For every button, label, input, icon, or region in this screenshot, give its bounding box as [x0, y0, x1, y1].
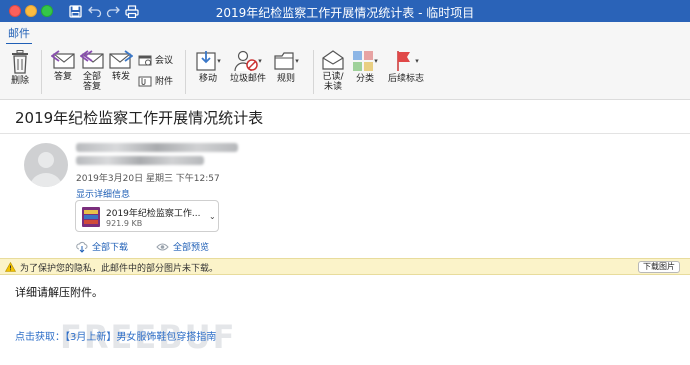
- tab-mail[interactable]: 邮件: [6, 25, 32, 45]
- promo-link[interactable]: 点击获取：【3月上新】男女服饰鞋包穿搭指南: [15, 328, 216, 343]
- ribbon-separator: [313, 50, 314, 94]
- calendar-icon: [138, 55, 152, 65]
- attachment-card[interactable]: 2019年纪检监察工作... 921.9 KB ⌄: [75, 200, 219, 232]
- ribbon-separator: [41, 50, 42, 94]
- chevron-down-icon: ▾: [258, 57, 262, 65]
- attachment-size: 921.9 KB: [106, 219, 143, 228]
- download-all-button[interactable]: 全部下载: [76, 240, 128, 253]
- attachment-button[interactable]: 附件: [138, 74, 173, 87]
- categorize-button[interactable]: ▾ 分类: [350, 50, 380, 84]
- reply-all-button[interactable]: 全部 答复: [79, 50, 105, 92]
- eye-icon: [156, 243, 169, 250]
- divider: [0, 133, 690, 134]
- forward-button[interactable]: 转发: [108, 50, 134, 82]
- move-button[interactable]: ▾ 移动: [193, 50, 223, 84]
- ribbon-separator: [185, 50, 186, 94]
- privacy-notice-bar: 为了保护您的隐私，此邮件中的部分图片未下载。 下载图片: [0, 258, 690, 275]
- junk-mail-icon: [234, 50, 258, 72]
- warning-icon: [5, 262, 16, 272]
- rules-button[interactable]: ▾ 规则: [272, 50, 300, 84]
- reply-icon: [51, 50, 75, 69]
- flag-icon: [397, 51, 411, 71]
- reply-all-icon: [80, 50, 104, 69]
- show-details-link[interactable]: 显示详细信息: [76, 187, 130, 200]
- chevron-down-icon: ▾: [295, 57, 299, 65]
- read-unread-icon: [322, 50, 344, 70]
- sent-date: 2019年3月20日 星期三 下午12:57: [76, 174, 220, 184]
- ribbon-tab-bar: 邮件: [0, 22, 690, 45]
- categorize-icon: [353, 51, 374, 71]
- sender-name-redacted: [76, 143, 238, 152]
- reply-button[interactable]: 答复: [50, 50, 76, 82]
- privacy-notice-text: 为了保护您的隐私，此邮件中的部分图片未下载。: [20, 264, 219, 274]
- move-icon: [196, 51, 216, 71]
- rules-icon: [274, 52, 294, 70]
- read-unread-button[interactable]: 已读/ 未读: [320, 50, 346, 92]
- follow-up-button[interactable]: ▾ 后续标志: [386, 50, 426, 84]
- download-images-button[interactable]: 下载图片: [638, 261, 680, 273]
- cloud-download-icon: [76, 241, 88, 253]
- title-bar: 2019年纪检监察工作开展情况统计表 - 临时项目: [0, 0, 690, 22]
- archive-file-icon: [82, 207, 100, 227]
- avatar: [24, 143, 68, 187]
- chevron-down-icon[interactable]: ⌄: [209, 212, 216, 221]
- preview-all-button[interactable]: 全部预览: [156, 240, 209, 253]
- chevron-down-icon: ▾: [217, 57, 221, 65]
- trash-icon: [12, 50, 28, 74]
- ribbon-toolbar: 删除 答复 全部 答复 转发 会议 附件 ▾ 移动 ▾ 垃圾邮件 ▾ 规则 已读…: [0, 44, 690, 100]
- delete-button[interactable]: 删除: [8, 50, 32, 86]
- meeting-button[interactable]: 会议: [138, 53, 173, 66]
- junk-mail-button[interactable]: ▾ 垃圾邮件: [230, 50, 266, 84]
- attach-icon: [138, 76, 152, 86]
- person-icon: [30, 152, 62, 187]
- window-title: 2019年纪检监察工作开展情况统计表 - 临时项目: [215, 6, 475, 20]
- recipient-redacted: [76, 156, 204, 165]
- chevron-down-icon: ▾: [374, 57, 378, 65]
- message-subject: 2019年纪检监察工作开展情况统计表: [15, 109, 264, 127]
- attachment-name: 2019年纪检监察工作...: [106, 209, 201, 219]
- forward-icon: [109, 50, 133, 69]
- message-body: 详细请解压附件。: [15, 286, 103, 299]
- chevron-down-icon: ▾: [415, 57, 419, 65]
